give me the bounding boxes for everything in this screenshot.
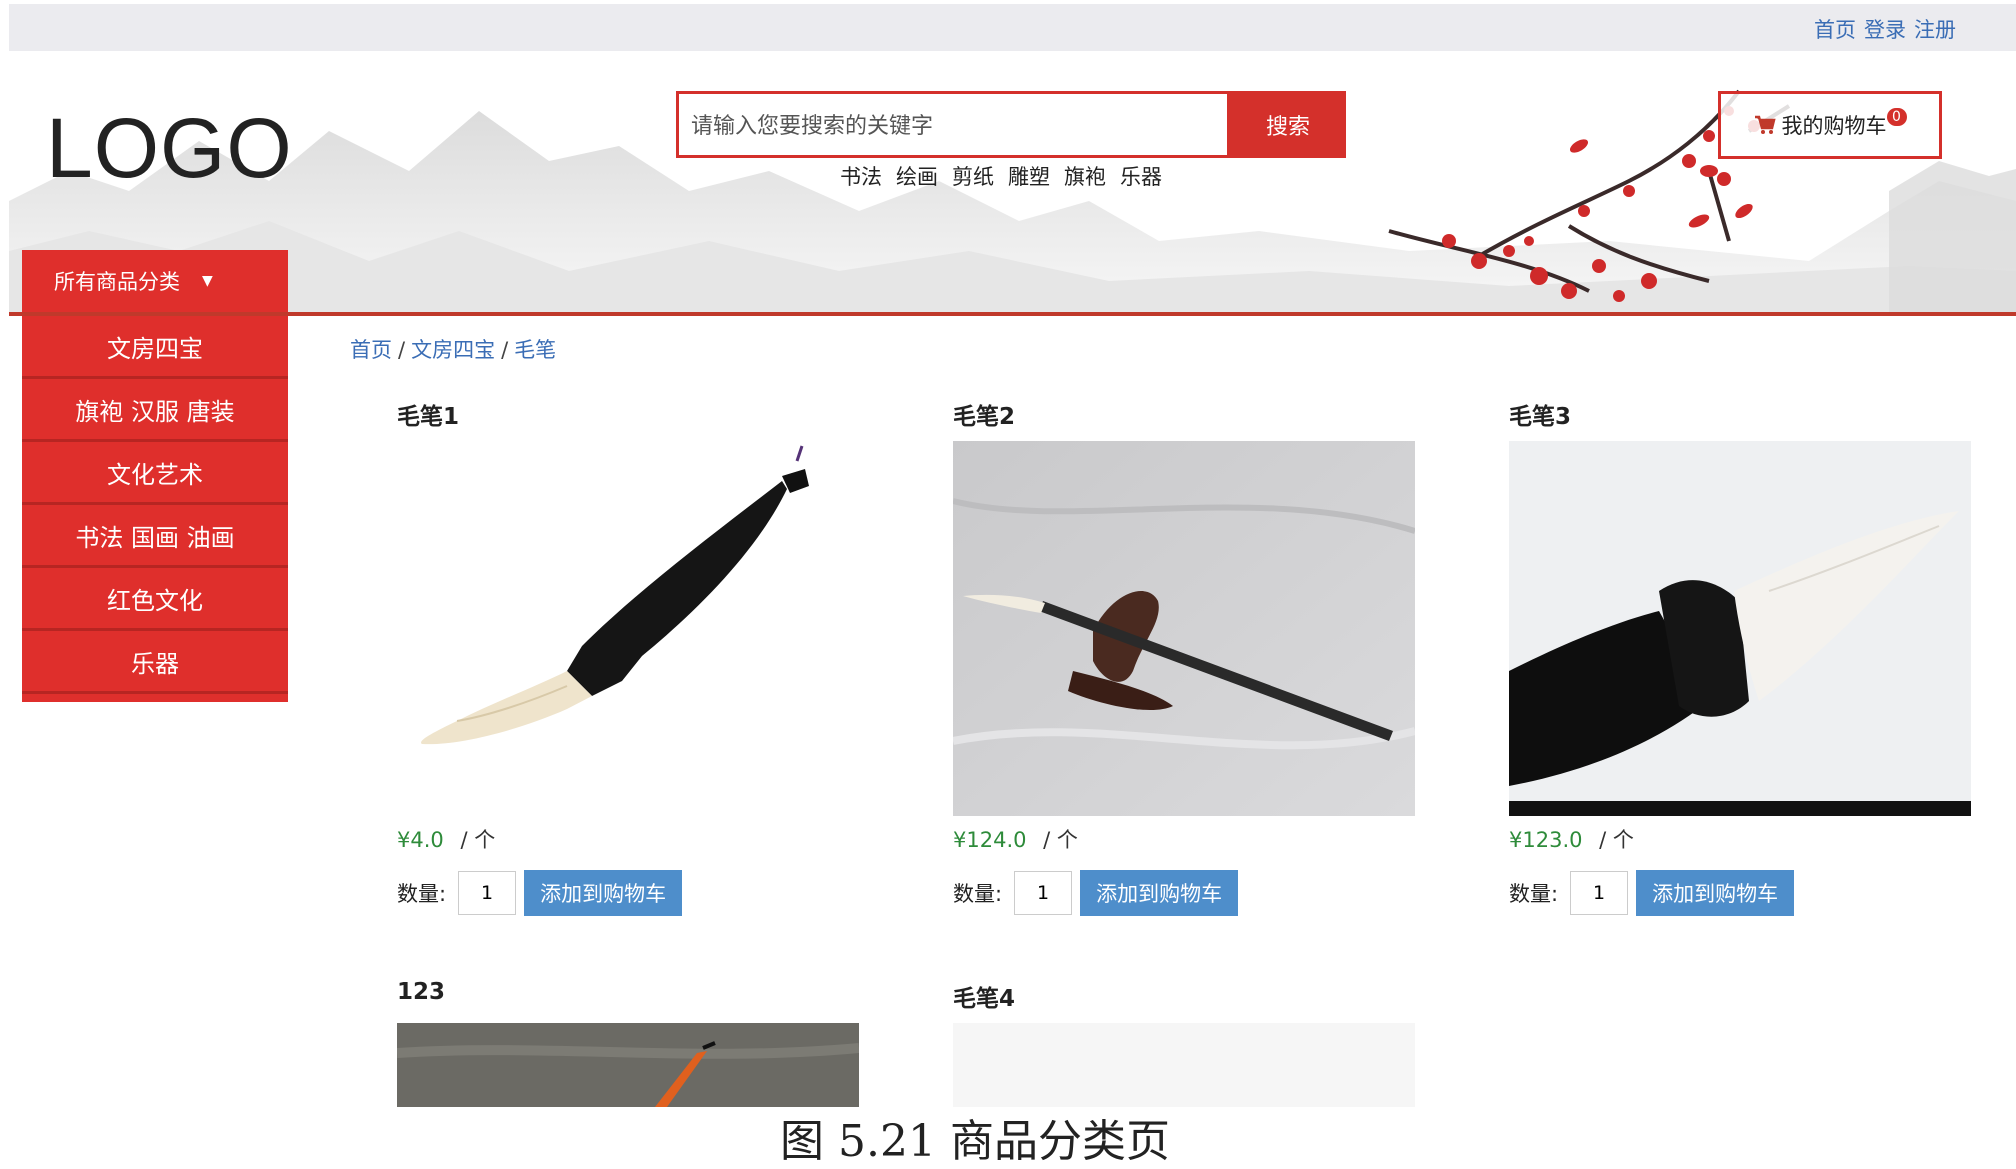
search-input[interactable] (689, 106, 1213, 146)
caret-down-icon: ▼ (202, 273, 213, 289)
product-unit: / 个 (460, 828, 496, 852)
breadcrumb: 首页 / 文房四宝 / 毛笔 (350, 334, 556, 364)
product-image[interactable] (1509, 441, 1971, 816)
product-title[interactable]: 毛笔2 (953, 397, 1415, 430)
site-logo[interactable]: LOGO (46, 100, 293, 197)
product-card: 毛笔2 ¥124.0 / 个 数量: 添加到购物车 (953, 397, 1415, 916)
product-unit: / 个 (1043, 828, 1078, 852)
top-link-register[interactable]: 注册 (1914, 18, 1956, 42)
cart-label: 我的购物车 (1781, 114, 1887, 138)
cart-icon (1754, 115, 1776, 134)
add-to-cart-button[interactable]: 添加到购物车 (1080, 870, 1239, 916)
add-to-cart-button[interactable]: 添加到购物车 (524, 870, 683, 916)
category-item[interactable]: 书法 国画 油画 (22, 505, 288, 568)
hot-keyword[interactable]: 旗袍 (1064, 165, 1106, 189)
hot-keyword[interactable]: 雕塑 (1008, 165, 1050, 189)
header-divider (9, 312, 2016, 316)
quantity-label: 数量: (397, 882, 447, 906)
category-item[interactable]: 红色文化 (22, 568, 288, 631)
hot-keywords: 书法 绘画 剪纸 雕塑 旗袍 乐器 (840, 161, 1176, 191)
top-link-login[interactable]: 登录 (1864, 18, 1906, 42)
product-price: ¥124.0 (953, 828, 1027, 852)
search-box (676, 91, 1230, 158)
product-title[interactable]: 毛笔3 (1509, 397, 1971, 430)
category-item[interactable]: 文化艺术 (22, 442, 288, 505)
breadcrumb-home[interactable]: 首页 (350, 338, 392, 362)
top-bar (9, 4, 2016, 51)
product-image[interactable] (397, 1023, 859, 1107)
quantity-input[interactable] (1014, 871, 1073, 915)
all-categories-toggle[interactable]: 所有商品分类 ▼ (22, 250, 288, 312)
cart-button[interactable]: 我的购物车 0 (1718, 91, 1942, 159)
breadcrumb-category[interactable]: 文房四宝 (411, 338, 495, 362)
product-price: ¥123.0 (1509, 828, 1583, 852)
breadcrumb-current[interactable]: 毛笔 (514, 338, 556, 362)
product-image[interactable] (397, 441, 859, 816)
product-title[interactable]: 毛笔4 (953, 979, 1415, 1012)
top-link-home[interactable]: 首页 (1814, 18, 1856, 42)
add-to-cart-button[interactable]: 添加到购物车 (1636, 870, 1795, 916)
product-card: 毛笔3 ¥123.0 / 个 数量: 添加到购物车 (1509, 397, 1971, 916)
product-title[interactable]: 毛笔1 (397, 397, 859, 430)
breadcrumb-separator: / (501, 338, 509, 362)
category-item[interactable]: 乐器 (22, 631, 288, 694)
top-nav: 首页 登录 注册 (1806, 14, 1956, 44)
quantity-label: 数量: (1509, 882, 1559, 906)
cart-count-badge: 0 (1886, 108, 1907, 126)
category-menu: 文房四宝 旗袍 汉服 唐装 文化艺术 书法 国画 油画 红色文化 乐器 (22, 316, 288, 702)
product-unit: / 个 (1599, 828, 1634, 852)
quantity-input[interactable] (1570, 871, 1629, 915)
quantity-input[interactable] (458, 871, 517, 915)
breadcrumb-separator: / (398, 338, 406, 362)
category-item[interactable]: 旗袍 汉服 唐装 (22, 379, 288, 442)
hot-keyword[interactable]: 剪纸 (952, 165, 994, 189)
all-categories-label: 所有商品分类 (54, 270, 180, 294)
figure-caption: 图 5.21 商品分类页 (780, 1116, 1170, 1167)
product-card: 毛笔4 (953, 979, 1415, 1107)
hot-keyword[interactable]: 乐器 (1120, 165, 1162, 189)
hot-keyword[interactable]: 书法 (840, 165, 882, 189)
hot-keyword[interactable]: 绘画 (896, 165, 938, 189)
quantity-label: 数量: (953, 882, 1003, 906)
product-price: ¥4.0 (397, 828, 444, 852)
product-title[interactable]: 123 (397, 979, 859, 1009)
product-card: 毛笔1 ¥4.0 / 个 数量: 添加到购物车 (397, 397, 859, 916)
category-item[interactable]: 文房四宝 (22, 316, 288, 379)
search-button[interactable]: 搜索 (1230, 91, 1346, 158)
product-image[interactable] (953, 1023, 1415, 1107)
product-image[interactable] (953, 441, 1415, 816)
product-card: 123 (397, 979, 859, 1107)
